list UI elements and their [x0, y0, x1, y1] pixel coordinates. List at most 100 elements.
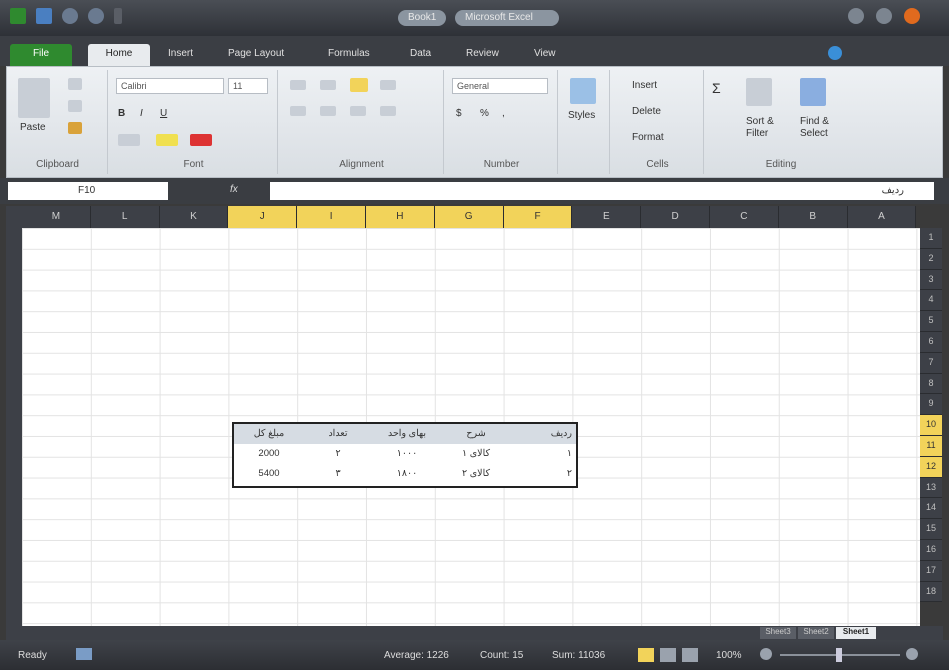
normal-view-icon[interactable]	[638, 648, 654, 662]
tab-home[interactable]: Home	[88, 44, 150, 66]
find-select-icon[interactable]	[800, 78, 826, 106]
align-left-icon[interactable]	[290, 106, 306, 116]
table-header[interactable]: بهای واحد	[372, 424, 442, 444]
name-box[interactable]: F10	[8, 182, 168, 200]
filter-label[interactable]: Filter	[746, 128, 768, 139]
column-header-b[interactable]: B	[778, 206, 848, 228]
delete-cells-button[interactable]: Delete	[632, 106, 661, 117]
table-cell[interactable]: ۱	[510, 444, 576, 464]
font-size-select[interactable]: 11	[228, 78, 268, 94]
align-bottom-icon[interactable]	[350, 78, 368, 92]
undo-icon[interactable]	[62, 8, 78, 24]
column-header-d[interactable]: D	[641, 206, 710, 228]
table-cell[interactable]: 2000	[234, 444, 304, 464]
column-header-j[interactable]: J	[228, 206, 298, 228]
tab-insert[interactable]: Insert	[162, 44, 199, 66]
font-color-icon[interactable]	[190, 134, 212, 146]
tab-review[interactable]: Review	[460, 44, 505, 66]
sort-label[interactable]: Sort &	[746, 116, 774, 127]
row-header-11[interactable]: 11	[920, 436, 942, 457]
save-icon[interactable]	[36, 8, 52, 24]
row-header-10[interactable]: 10	[920, 415, 942, 436]
tab-data[interactable]: Data	[404, 44, 437, 66]
row-header-1[interactable]: 1	[920, 228, 942, 249]
table-cell[interactable]: ۱۸۰۰	[372, 464, 442, 484]
row-header-17[interactable]: 17	[920, 560, 942, 582]
sheet-tab-2[interactable]: Sheet2	[798, 627, 834, 639]
column-header-h[interactable]: H	[366, 206, 435, 228]
borders-icon[interactable]	[118, 134, 140, 146]
percent-button[interactable]: %	[480, 108, 489, 119]
row-header-16[interactable]: 16	[920, 540, 942, 561]
page-layout-view-icon[interactable]	[660, 648, 676, 662]
cut-icon[interactable]	[68, 78, 82, 90]
copy-icon[interactable]	[68, 100, 82, 112]
row-header-13[interactable]: 13	[920, 477, 942, 499]
row-header-5[interactable]: 5	[920, 311, 942, 332]
table-cell[interactable]: ۱۰۰۰	[372, 444, 442, 464]
merge-center-icon[interactable]	[380, 106, 396, 116]
row-header-4[interactable]: 4	[920, 290, 942, 312]
currency-button[interactable]: $	[456, 108, 462, 119]
find-label[interactable]: Find &	[800, 116, 829, 127]
table-cell[interactable]: ۳	[304, 464, 372, 484]
align-top-icon[interactable]	[290, 80, 306, 90]
redo-icon[interactable]	[88, 8, 104, 24]
row-header-9[interactable]: 9	[920, 394, 942, 416]
formula-input[interactable]: ردیف	[270, 182, 934, 200]
column-header-c[interactable]: C	[710, 206, 779, 228]
tab-view[interactable]: View	[528, 44, 562, 66]
table-header[interactable]: مبلغ کل	[234, 424, 304, 444]
zoom-in-icon[interactable]	[906, 648, 918, 660]
minimize-icon[interactable]	[848, 8, 864, 24]
row-header-8[interactable]: 8	[920, 373, 942, 395]
select-label[interactable]: Select	[800, 128, 828, 139]
row-header-12[interactable]: 12	[920, 456, 942, 478]
wrap-text-icon[interactable]	[380, 80, 396, 90]
column-header-m[interactable]: M	[22, 206, 91, 228]
row-header-2[interactable]: 2	[920, 248, 942, 270]
zoom-slider-thumb[interactable]	[836, 648, 842, 662]
align-center-icon[interactable]	[320, 106, 336, 116]
page-break-view-icon[interactable]	[682, 648, 698, 662]
column-header-g[interactable]: G	[434, 206, 504, 228]
align-middle-icon[interactable]	[320, 80, 336, 90]
row-header-7[interactable]: 7	[920, 352, 942, 374]
macro-record-icon[interactable]	[76, 648, 92, 660]
column-header-e[interactable]: E	[572, 206, 642, 228]
tab-formulas[interactable]: Formulas	[322, 44, 376, 66]
column-header-i[interactable]: I	[297, 206, 366, 228]
maximize-icon[interactable]	[876, 8, 892, 24]
table-header[interactable]: تعداد	[304, 424, 372, 444]
comma-button[interactable]: ,	[502, 108, 505, 119]
table-cell[interactable]: کالای ۱	[442, 444, 510, 464]
column-header-a[interactable]: A	[847, 206, 917, 228]
autosum-icon[interactable]: Σ	[712, 80, 721, 96]
row-header-6[interactable]: 6	[920, 332, 942, 353]
column-header-f[interactable]: F	[503, 206, 573, 228]
table-header[interactable]: ردیف	[510, 424, 576, 444]
tab-file[interactable]: File	[10, 44, 72, 66]
column-header-l[interactable]: L	[90, 206, 160, 228]
bold-button[interactable]: B	[118, 108, 125, 119]
help-icon[interactable]	[828, 46, 842, 60]
insert-cells-button[interactable]: Insert	[632, 80, 657, 91]
zoom-out-icon[interactable]	[760, 648, 772, 660]
zoom-level[interactable]: 100%	[716, 650, 742, 661]
column-header-k[interactable]: K	[159, 206, 229, 228]
sort-filter-icon[interactable]	[746, 78, 772, 106]
number-format-select[interactable]: General	[452, 78, 548, 94]
styles-label[interactable]: Styles	[568, 110, 595, 121]
align-right-icon[interactable]	[350, 106, 366, 116]
row-header-18[interactable]: 18	[920, 581, 942, 603]
close-icon[interactable]	[904, 8, 920, 24]
paste-icon[interactable]	[18, 78, 50, 118]
row-header-3[interactable]: 3	[920, 269, 942, 291]
row-header-14[interactable]: 14	[920, 498, 942, 520]
fx-icon[interactable]: fx	[230, 184, 238, 195]
sheet-tab-3[interactable]: Sheet3	[760, 627, 796, 639]
styles-icon[interactable]	[570, 78, 596, 104]
customize-qat-icon[interactable]	[114, 8, 122, 24]
format-painter-icon[interactable]	[68, 122, 82, 134]
table-cell[interactable]: ۲	[510, 464, 576, 484]
